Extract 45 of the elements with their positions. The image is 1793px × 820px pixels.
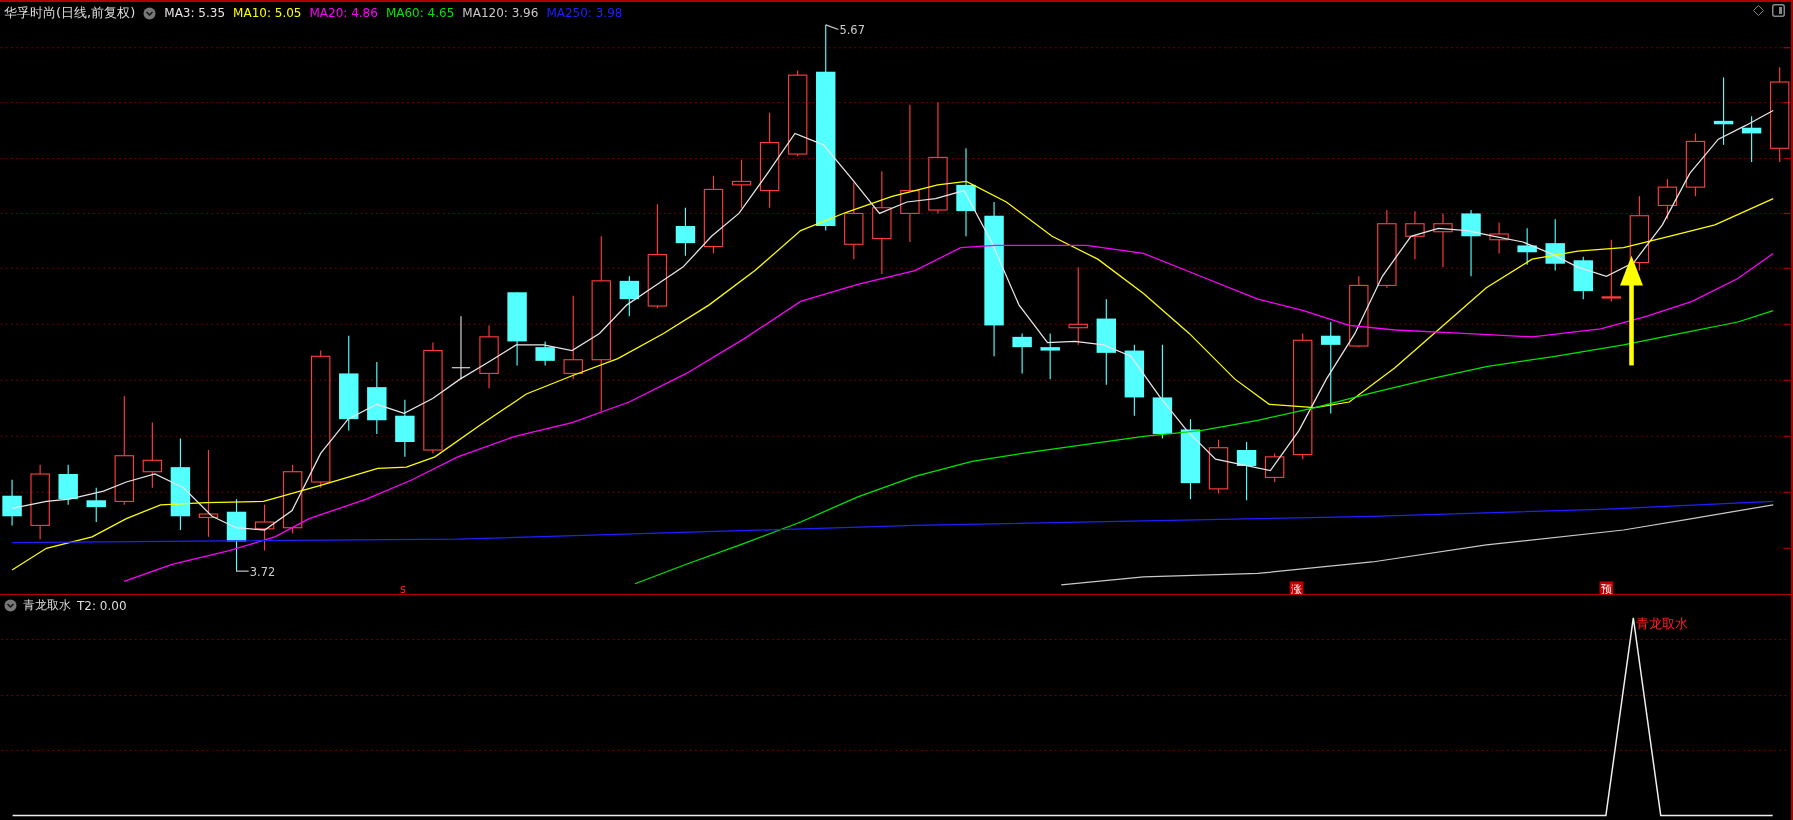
stock-title: 华孚时尚(日线,前复权) (4, 4, 136, 22)
signal-marker: s (399, 581, 406, 594)
candlestick (1405, 210, 1425, 260)
indicator-value: MA120: 3.96 (462, 6, 539, 20)
candlestick (675, 207, 696, 257)
indicator-value: MA10: 5.05 (233, 6, 302, 20)
candlestick (1601, 239, 1622, 302)
candlestick (451, 315, 471, 380)
candlestick (1040, 332, 1060, 380)
candlestick (535, 340, 555, 366)
indicator-value: MA20: 4.86 (309, 6, 378, 20)
candlestick (1236, 441, 1257, 501)
candlestick (731, 159, 752, 209)
candlestick (2, 479, 22, 526)
indicator-value: MA250: 3.98 (546, 6, 623, 20)
candlestick (86, 487, 106, 523)
panel-toggle-icon[interactable] (1772, 4, 1785, 17)
diamond-icon[interactable] (1753, 5, 1764, 16)
indicator-value: MA60: 4.65 (385, 6, 455, 20)
indicator-title: 青龙取水 (23, 597, 71, 614)
candlestick (282, 464, 303, 534)
candlestick (58, 464, 78, 506)
indicator-value: T2: 0.00 (77, 598, 127, 613)
candlestick (1517, 227, 1537, 266)
chevron-down-icon[interactable] (4, 599, 17, 612)
candlestick (1741, 115, 1762, 163)
candlestick (1713, 76, 1734, 146)
candlestick (1657, 178, 1678, 220)
candlestick (142, 422, 163, 489)
candlestick (1012, 332, 1032, 374)
chevron-down-icon[interactable] (143, 6, 157, 20)
candlestick (1489, 222, 1509, 254)
signal-label: 青龙取水 (1635, 616, 1688, 632)
candlestick (1685, 132, 1706, 197)
candlestick (479, 324, 499, 389)
indicator-value: MA3: 5.35 (164, 6, 226, 20)
candlestick (1264, 452, 1285, 483)
candlestick (1208, 439, 1229, 494)
candlestick (1545, 218, 1565, 272)
candlestick (1433, 212, 1453, 268)
candlestick (1461, 209, 1481, 277)
candlestick (619, 275, 640, 317)
candlestick (254, 504, 275, 552)
candlestick (395, 399, 415, 458)
candlestick (1573, 256, 1593, 300)
